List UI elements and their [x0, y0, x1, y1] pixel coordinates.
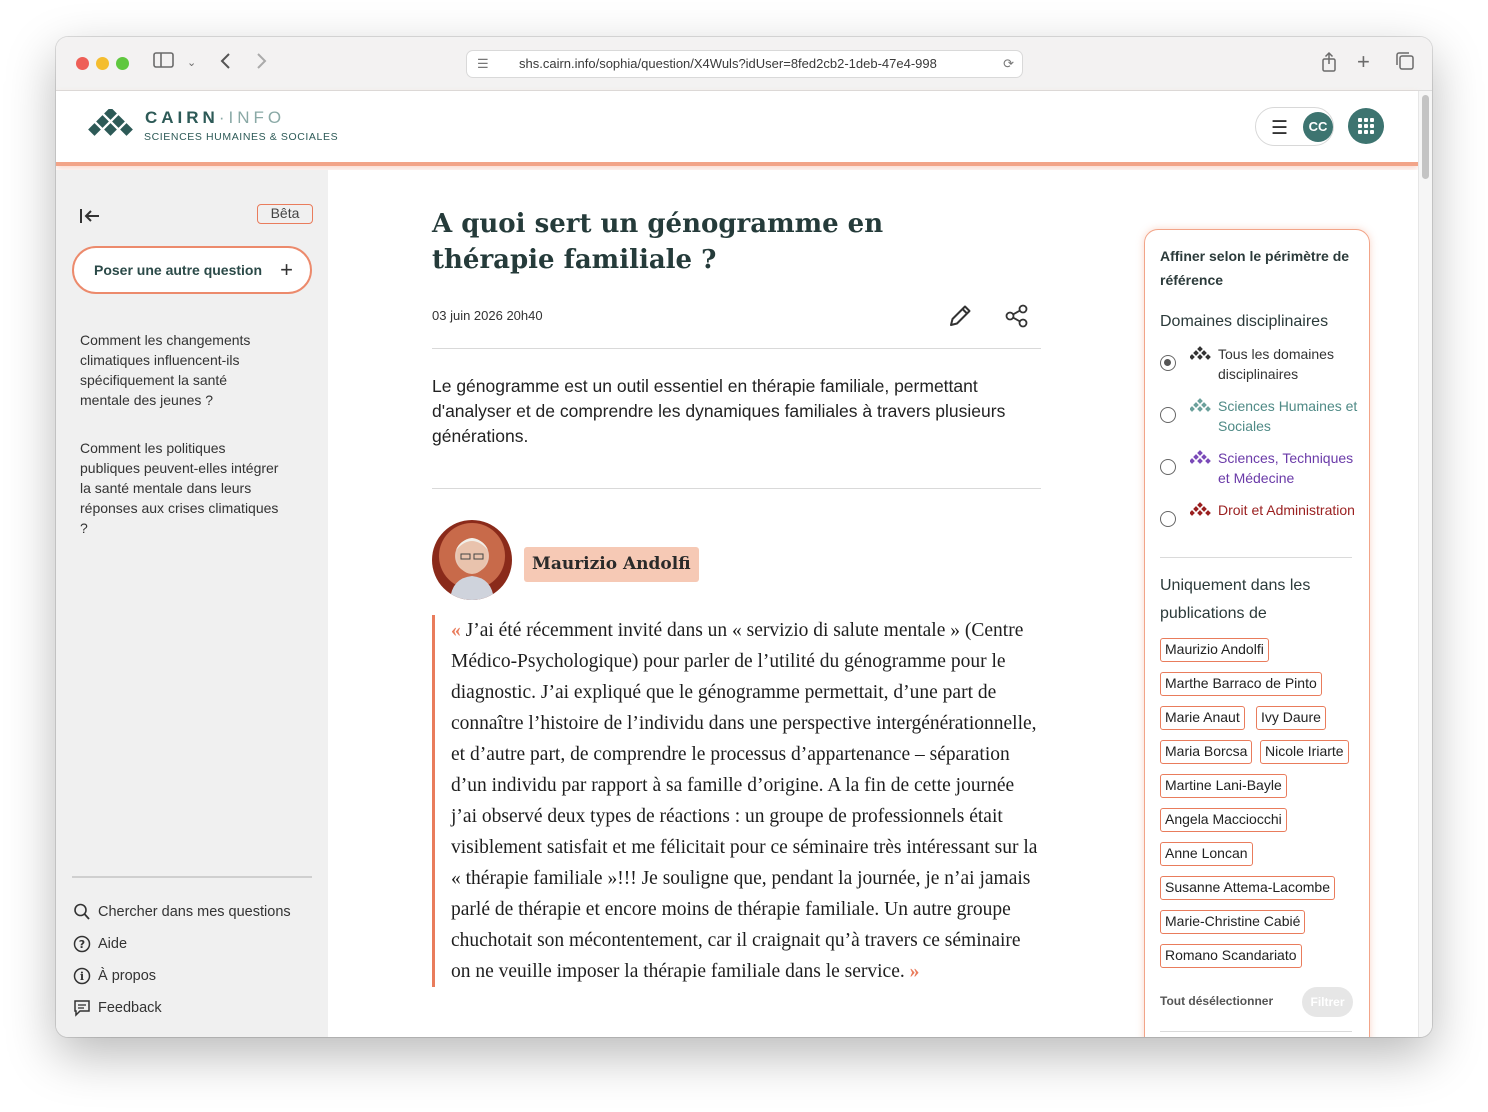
question-title: A quoi sert un génogramme en thérapie fa…	[432, 209, 884, 275]
author-filter-tag[interactable]: Ivy Daure	[1256, 706, 1326, 730]
answer-summary: Le génogramme est un outil essentiel en …	[432, 376, 1006, 446]
sidebar-toggle-icon[interactable]	[153, 51, 175, 75]
filter-divider	[1160, 1031, 1352, 1032]
diamonds-icon	[1189, 398, 1212, 417]
page-scrollbar[interactable]	[1418, 91, 1432, 1037]
author-avatar	[432, 520, 512, 600]
logo-title[interactable]: CAIRN·INFO	[145, 108, 285, 128]
forward-icon[interactable]	[254, 51, 268, 77]
user-avatar[interactable]: CC	[1303, 112, 1333, 142]
radio-button[interactable]	[1160, 407, 1176, 423]
domains-heading: Domaines disciplinaires	[1160, 313, 1329, 330]
search-my-questions-label: Chercher dans mes questions	[98, 904, 291, 920]
quote-open-mark: «	[451, 620, 461, 641]
close-window-button[interactable]	[76, 57, 89, 70]
hamburger-menu-icon[interactable]: ☰	[1271, 117, 1288, 140]
filter-divider	[1160, 557, 1352, 558]
site-header: CAIRN·INFO SCIENCES HUMAINES & SOCIALES …	[56, 91, 1418, 166]
svg-text:i: i	[80, 970, 84, 983]
logo-subtitle: SCIENCES HUMAINES & SOCIALES	[144, 131, 339, 143]
domain-label: Sciences, Techniques et Médecine	[1218, 450, 1354, 486]
quote-text: J’ai été récemment invité dans un « serv…	[451, 620, 1038, 982]
new-tab-icon[interactable]: +	[1357, 51, 1370, 73]
plus-icon: +	[280, 257, 293, 282]
main-content: A quoi sert un génogramme en thérapie fa…	[328, 170, 1418, 1037]
history-item[interactable]: Comment les politiques publiques peuvent…	[80, 438, 280, 538]
diamonds-icon	[1189, 450, 1212, 469]
question-date: 03 juin 2026 20h40	[432, 308, 543, 323]
beta-badge: Bêta	[257, 204, 313, 224]
ask-button-label: Poser une autre question	[94, 262, 263, 278]
minimize-window-button[interactable]	[96, 57, 109, 70]
svg-text:?: ?	[79, 938, 85, 951]
deselect-all-link[interactable]: Tout désélectionner	[1160, 994, 1273, 1008]
feedback-link[interactable]: Feedback	[72, 998, 162, 1018]
help-link[interactable]: ? Aide	[72, 934, 127, 954]
ask-another-question-button[interactable]: Poser une autre question +	[72, 246, 312, 294]
author-quote: « J’ai été récemment invité dans un « se…	[432, 615, 1041, 987]
author-filter-tag[interactable]: Romano Scandariato	[1160, 944, 1302, 968]
left-sidebar: Bêta Poser une autre question + Comment …	[56, 170, 328, 1037]
publications-heading: Uniquement dans les publications de	[1160, 577, 1311, 622]
share-icon[interactable]	[1004, 303, 1030, 334]
reload-icon[interactable]: ⟳	[999, 51, 1014, 77]
share-page-icon[interactable]	[1321, 51, 1337, 79]
author-filter-tag[interactable]: Marie Anaut	[1160, 706, 1245, 730]
author-filter-tag[interactable]: Marie-Christine Cabié	[1160, 910, 1306, 934]
feedback-label: Feedback	[98, 1000, 162, 1016]
zoom-window-button[interactable]	[116, 57, 129, 70]
diamonds-icon	[1189, 346, 1212, 365]
history-item[interactable]: Comment les changements climatiques infl…	[80, 330, 280, 410]
author-name-chip[interactable]: Maurizio Andolfi	[524, 547, 699, 582]
author-filter-tag[interactable]: Maurizio Andolfi	[1160, 638, 1269, 662]
info-icon: i	[72, 966, 92, 992]
domain-label: Droit et Administration	[1218, 502, 1355, 518]
site-settings-icon[interactable]: ☰	[477, 51, 489, 77]
author-filter-tag[interactable]: Anne Loncan	[1160, 842, 1253, 866]
author-filter-tag[interactable]: Martine Lani-Bayle	[1160, 774, 1287, 798]
feedback-icon	[72, 998, 92, 1024]
back-icon[interactable]	[219, 51, 233, 77]
filter-panel-title: Affiner selon le périmètre de référence	[1160, 248, 1350, 288]
author-filter-tag[interactable]: Angela Macciocchi	[1160, 808, 1287, 832]
about-link[interactable]: i À propos	[72, 966, 156, 986]
author-filter-tag[interactable]: Maria Borcsa	[1160, 740, 1253, 764]
radio-button[interactable]	[1160, 511, 1176, 527]
logo-title-info: INFO	[228, 108, 286, 127]
search-icon	[72, 902, 92, 928]
author-filter-tag[interactable]: Marthe Barraco de Pinto	[1160, 672, 1322, 696]
edit-icon[interactable]	[946, 302, 974, 335]
sidebar-divider	[72, 876, 312, 878]
diamonds-icon	[1189, 502, 1212, 521]
filter-button[interactable]: Filtrer	[1302, 987, 1353, 1017]
help-icon: ?	[72, 934, 92, 960]
author-filter-tag[interactable]: Nicole Iriarte	[1260, 740, 1349, 764]
apps-grid-button[interactable]	[1348, 108, 1384, 144]
about-label: À propos	[98, 968, 157, 984]
tab-overview-icon[interactable]	[1395, 51, 1415, 77]
browser-window: ⌄ ☰ shs.cairn.info/sophia/question/X4Wul…	[56, 37, 1432, 1037]
scrollbar-thumb[interactable]	[1422, 95, 1429, 179]
chevron-down-icon[interactable]: ⌄	[187, 51, 196, 75]
quote-close-mark: »	[909, 961, 920, 982]
filter-panel: Affiner selon le périmètre de référence …	[1144, 229, 1370, 1037]
divider	[432, 488, 1041, 489]
radio-button[interactable]	[1160, 459, 1176, 475]
radio-button[interactable]	[1160, 355, 1176, 371]
logo-title-cairn: CAIRN	[145, 108, 219, 127]
domain-label: Tous les domaines disciplinaires	[1218, 346, 1334, 382]
collapse-sidebar-icon[interactable]	[78, 206, 102, 232]
address-bar[interactable]: ☰ shs.cairn.info/sophia/question/X4Wuls?…	[466, 50, 1023, 78]
help-label: Aide	[98, 936, 128, 952]
url-text: shs.cairn.info/sophia/question/X4Wuls?id…	[519, 56, 937, 71]
divider	[432, 348, 1041, 349]
cairn-logo-icon[interactable]	[86, 107, 138, 150]
logo-title-separator: ·	[218, 108, 229, 127]
search-my-questions-link[interactable]: Chercher dans mes questions	[72, 902, 291, 922]
browser-toolbar: ⌄ ☰ shs.cairn.info/sophia/question/X4Wul…	[56, 37, 1432, 91]
user-menu-pill[interactable]: ☰ CC	[1255, 107, 1334, 146]
author-filter-tag[interactable]: Susanne Attema-Lacombe	[1160, 876, 1335, 900]
domain-label: Sciences Humaines et Sociales	[1218, 398, 1358, 434]
